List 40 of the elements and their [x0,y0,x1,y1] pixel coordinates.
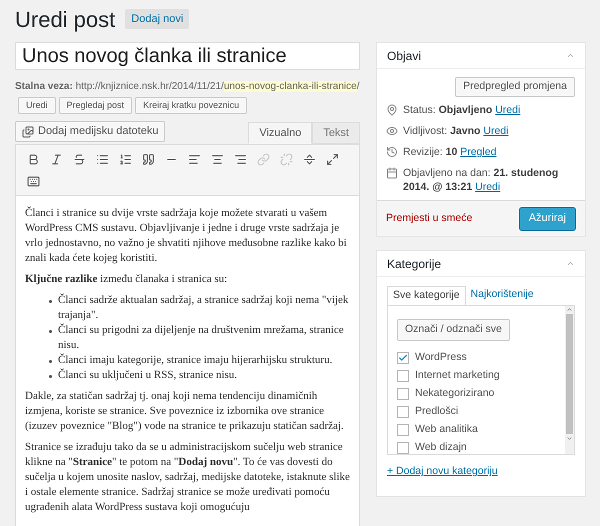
add-new-button[interactable]: Dodaj novi [125,8,190,30]
permalink-text: Stalna veza: http://knjiznice.nsk.hr/2014/11/21/unos-novog-clanka-ili-stranice/ [15,81,360,92]
category-label: Web dizajn [415,440,467,455]
list-item: Članci su prigodni za dijeljenje na društvenim mrežama, stranice nisu. [58,323,345,353]
toggle-all-button[interactable]: Označi / odznači sve [397,318,510,341]
edit-link[interactable]: Uredi [483,125,508,137]
trash-link[interactable]: Premjesti u smeće [386,210,472,226]
category-tab[interactable]: Najkorištenije [466,285,539,305]
title-field[interactable]: Unos novog članka ili stranice [15,42,360,70]
paragraph: Ključne razlike između članaka i stranica su: [25,272,228,287]
permalink-button[interactable]: Kreiraj kratku poveznicu [135,97,248,114]
add-category-link[interactable]: + Dodaj novu kategoriju [387,464,575,480]
page-title: Uredi post [15,6,116,34]
publish-info: Revizije: 10 Pregled [403,145,496,159]
category-label: Nekategorizirano [415,386,494,401]
paragraph: Dakle, za statičan sadržaj tj. onaj koji nema tendenciju dinamičnih izmjena, koriste se stranice. Sve poveznice iz izbornika ove stranice (izuzev poveznice "Blog") vode na stranice te prikazuju statičan sadržaj. [25,389,345,434]
category-tab[interactable]: Sve kategorije [387,286,466,306]
permalink-button[interactable]: Pregledaj post [58,97,132,114]
permalink-button[interactable]: Uredi [18,97,56,114]
list-item: Članci sadrže aktualan sadržaj, a stranice sadržaj koji nema "vijek trajanja". [58,293,350,323]
list-item: Članci imaju kategorije, stranice imaju hijerarhijsku strukturu. [58,353,332,368]
publish-info: Vidljivost: Javno Uredi [403,124,508,138]
publish-info: Status: Objavljeno Uredi [403,103,520,117]
category-label: WordPress [415,350,467,365]
list-item: Članci su uključeni u RSS, stranice nisu. [58,368,238,383]
panel-title: Kategorije [387,256,442,272]
edit-link[interactable]: Uredi [475,181,500,193]
add-media-button[interactable]: Dodaj medijsku datoteku [15,121,166,142]
editor-tab[interactable]: Tekst [312,122,360,144]
panel-title: Objavi [387,48,422,64]
publish-info: Objavljeno na dan: 21. studenog 2014. @ 13:21 Uredi [403,166,560,194]
preview-button[interactable]: Predpregled promjena [455,77,575,97]
edit-link[interactable]: Pregled [460,146,496,158]
category-label: Web analitika [415,422,478,437]
paragraph: Stranice se izrađuju tako da se u administracijskom sučelju web stranice klikne na "Stranice" te potom na "Dodaj novu". To će vas dovesti do sučelja u kojem unosite naslov, sadržaj, medijske datoteke, istaknute slike i ostale elemente stranice. Sadržaj stranice se može uređivati pomoću ugrađenih alata WordPress sustava koji omogućuju [25,440,350,515]
paragraph: Članci i stranice su dvije vrste sadržaja koje možete stvarati u vašem WordPress CMS sustavu. Objavljivanje i jedne i druge vrste sadržaja je vrlo jednostavno, no važno je shvatiti njihove međusobne razlike kako bi znali kada ćete kojeg koristiti. [25,206,348,266]
edit-link[interactable]: Uredi [495,104,520,116]
category-label: Internet marketing [415,368,500,383]
category-label: Predlošci [415,404,458,419]
editor-tab[interactable]: Vizualno [248,122,312,144]
